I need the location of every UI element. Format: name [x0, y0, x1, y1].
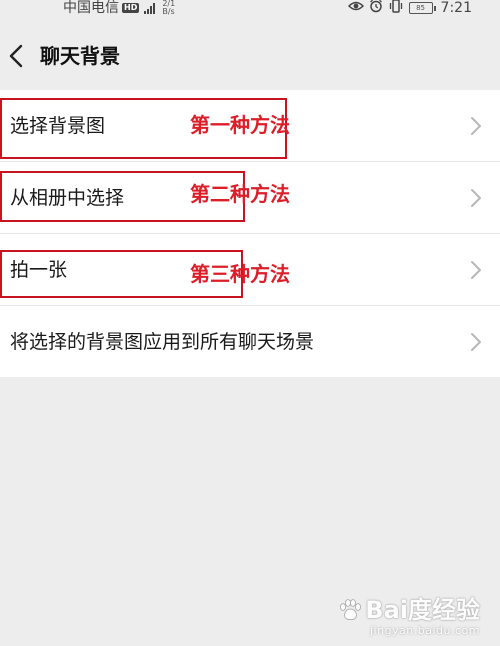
- battery-icon: 85: [408, 2, 436, 14]
- status-right: 85 7:21: [347, 0, 472, 17]
- battery-level: 85: [408, 2, 433, 14]
- paw-icon: [340, 599, 362, 621]
- alarm-icon: [369, 0, 383, 17]
- status-left: 中国电信 HD 2/1 B/s: [63, 0, 175, 16]
- hd-badge: HD: [122, 3, 140, 13]
- eye-icon: [347, 0, 364, 16]
- watermark-url: jingyan.baidu.com: [369, 624, 480, 637]
- signal-icon: [144, 2, 156, 14]
- baidu-jingyan-watermark: Bai度经验 jingyan.baidu.com: [337, 596, 480, 638]
- clock-time: 7:21: [440, 0, 472, 16]
- annotation-third-method: 第三种方法: [190, 262, 290, 286]
- back-button[interactable]: [6, 40, 28, 72]
- chevron-right-icon: [471, 333, 481, 351]
- vibrate-icon: [388, 0, 404, 17]
- carrier-name: 中国电信: [63, 0, 119, 16]
- chevron-right-icon: [471, 117, 481, 135]
- status-bar: 中国电信 HD 2/1 B/s 85 7:21: [0, 0, 500, 22]
- list-item-label: 将选择的背景图应用到所有聊天场景: [10, 331, 315, 353]
- annotation-second-method: 第二种方法: [190, 182, 290, 206]
- watermark-logo: Bai度经验: [337, 596, 480, 624]
- watermark-logo-text: Bai度经验: [365, 596, 480, 624]
- chevron-left-icon: [9, 44, 23, 68]
- page-title: 聊天背景: [40, 44, 120, 68]
- list-item-apply-to-all-chats[interactable]: 将选择的背景图应用到所有聊天场景: [0, 306, 500, 377]
- chevron-right-icon: [471, 189, 481, 207]
- navigation-header: 聊天背景: [0, 22, 500, 90]
- annotation-first-method: 第一种方法: [190, 113, 290, 137]
- chevron-right-icon: [471, 261, 481, 279]
- speed-unit: B/s: [162, 7, 175, 16]
- network-speed: 2/1 B/s: [162, 0, 175, 16]
